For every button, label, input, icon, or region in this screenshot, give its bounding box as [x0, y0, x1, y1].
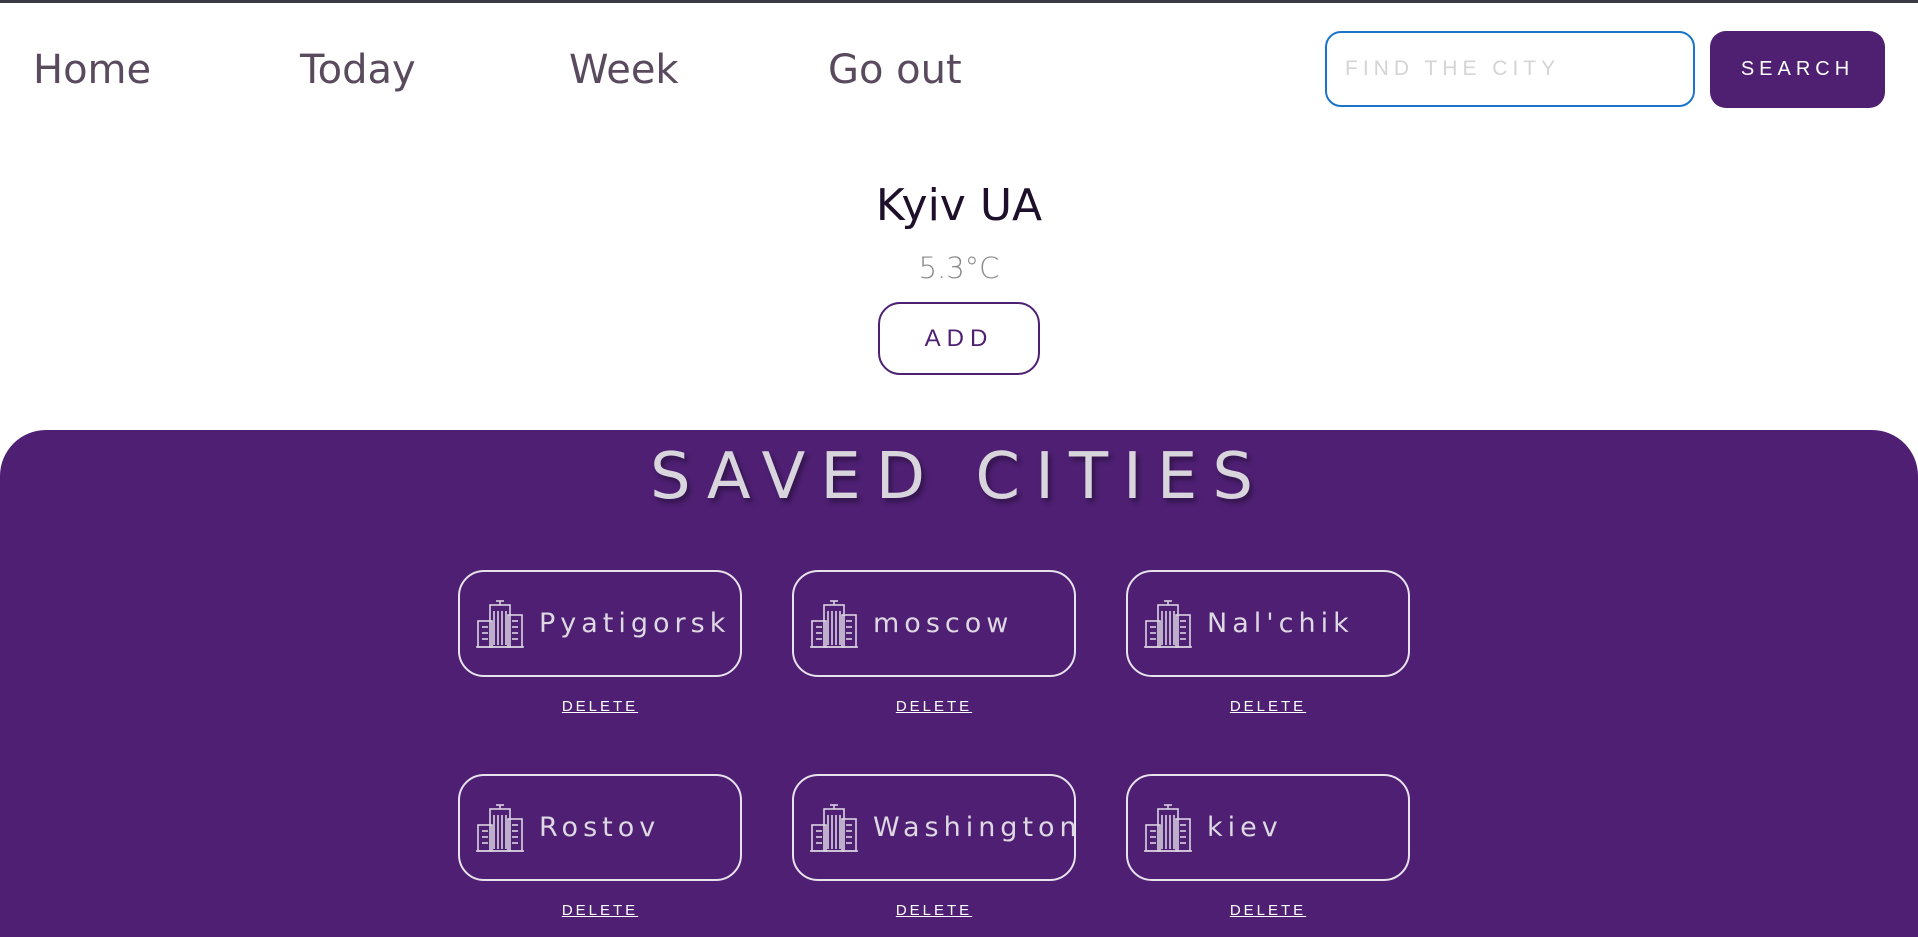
delete-city-link[interactable]: DELETE — [458, 902, 742, 919]
delete-city-link[interactable]: DELETE — [792, 902, 1076, 919]
saved-city-name: Washington — [873, 812, 1082, 843]
city-buildings-icon — [476, 803, 524, 853]
delete-city-link[interactable]: DELETE — [792, 698, 1076, 715]
saved-city-name: Pyatigorsk — [539, 608, 731, 639]
saved-city-card[interactable]: kiev — [1126, 774, 1410, 881]
city-buildings-icon — [476, 599, 524, 649]
nav-home[interactable]: Home — [33, 44, 151, 96]
saved-city-card[interactable]: Nal'chik — [1126, 570, 1410, 677]
delete-city-link[interactable]: DELETE — [458, 698, 742, 715]
add-city-button[interactable]: ADD — [878, 302, 1040, 375]
saved-cities-title: SAVED CITIES — [650, 440, 1268, 514]
delete-city-link[interactable]: DELETE — [1126, 902, 1410, 919]
saved-city-name: kiev — [1207, 812, 1283, 843]
current-city-name: Kyiv UA — [875, 180, 1043, 231]
saved-city-card[interactable]: moscow — [792, 570, 1076, 677]
top-border — [0, 0, 1918, 3]
city-buildings-icon — [1144, 803, 1192, 853]
saved-city-card[interactable]: Washington — [792, 774, 1077, 881]
saved-city-card[interactable]: Pyatigorsk — [458, 570, 742, 677]
saved-city-name: Nal'chik — [1207, 608, 1354, 639]
nav-week[interactable]: Week — [569, 44, 679, 96]
city-buildings-icon — [1144, 599, 1192, 649]
saved-city-name: Rostov — [539, 812, 661, 843]
nav-go-out[interactable]: Go out — [828, 44, 962, 96]
nav-today[interactable]: Today — [300, 44, 416, 96]
delete-city-link[interactable]: DELETE — [1126, 698, 1410, 715]
city-buildings-icon — [810, 599, 858, 649]
city-buildings-icon — [810, 803, 858, 853]
saved-city-name: moscow — [873, 608, 1014, 639]
current-temperature: 5.3°C — [918, 251, 1000, 285]
city-search-input[interactable] — [1325, 31, 1695, 107]
saved-city-card[interactable]: Rostov — [458, 774, 742, 881]
search-button[interactable]: SEARCH — [1710, 31, 1885, 108]
